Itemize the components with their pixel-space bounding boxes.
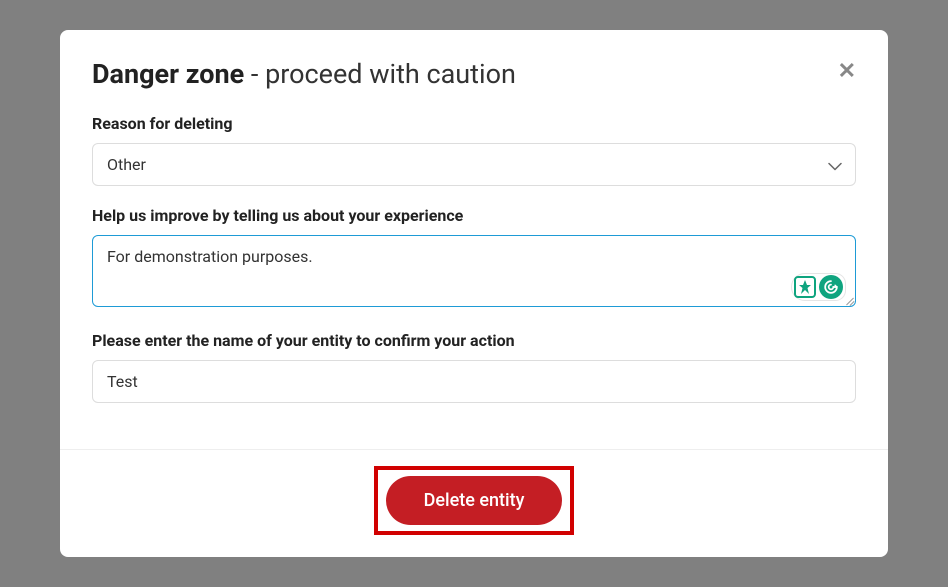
reason-group: Reason for deleting Other	[92, 114, 856, 186]
feedback-label: Help us improve by telling us about your…	[92, 206, 856, 225]
title-rest: - proceed with caution	[244, 58, 516, 90]
grammarly-widget[interactable]	[791, 273, 846, 301]
grammarly-premium-icon	[794, 276, 816, 298]
modal-body: Danger zone - proceed with caution ✕ Rea…	[60, 30, 888, 449]
close-button[interactable]: ✕	[838, 60, 856, 82]
reason-select[interactable]: Other	[92, 143, 856, 186]
title-bold: Danger zone	[92, 58, 244, 90]
close-icon: ✕	[838, 58, 856, 83]
confirm-label: Please enter the name of your entity to …	[92, 331, 856, 350]
reason-label: Reason for deleting	[92, 114, 856, 133]
delete-entity-button[interactable]: Delete entity	[386, 476, 563, 525]
feedback-group: Help us improve by telling us about your…	[92, 206, 856, 311]
feedback-textarea-wrapper: For demonstration purposes.	[92, 235, 856, 311]
confirm-group: Please enter the name of your entity to …	[92, 331, 856, 403]
modal-footer: Delete entity	[60, 449, 888, 557]
delete-button-highlight: Delete entity	[374, 466, 575, 535]
confirm-input[interactable]	[92, 360, 856, 403]
grammarly-icon	[819, 275, 843, 299]
reason-select-wrapper: Other	[92, 143, 856, 186]
feedback-textarea[interactable]: For demonstration purposes.	[92, 235, 856, 307]
danger-zone-modal: Danger zone - proceed with caution ✕ Rea…	[60, 30, 888, 557]
modal-header: Danger zone - proceed with caution ✕	[92, 58, 856, 90]
modal-title: Danger zone - proceed with caution	[92, 58, 516, 90]
